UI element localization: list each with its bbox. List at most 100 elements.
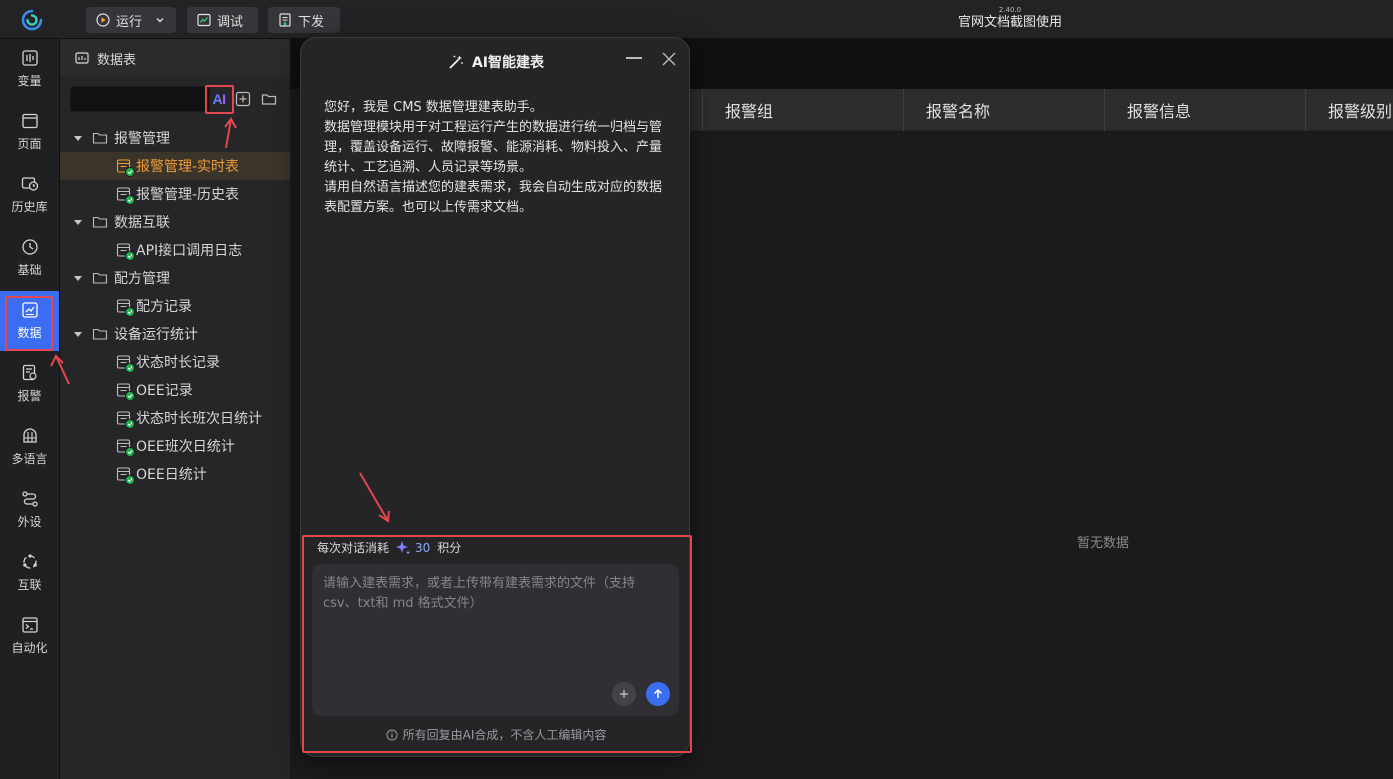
automation-icon bbox=[21, 617, 38, 633]
check-icon bbox=[125, 447, 135, 457]
top-bar: 运行 调试 下发 2.40.0 官网文档截图使用 bbox=[0, 0, 1393, 39]
cost-prefix: 每次对话消耗 bbox=[317, 541, 390, 555]
add-table-button[interactable] bbox=[234, 90, 252, 108]
empty-state-text: 暂无数据 bbox=[1077, 536, 1130, 551]
tree-item-label: 报警管理-实时表 bbox=[136, 159, 240, 175]
nav-item-data[interactable]: 数据 bbox=[0, 291, 59, 351]
tree-item-label: 配方记录 bbox=[136, 299, 192, 315]
nav-label: 外设 bbox=[17, 515, 42, 529]
folder-icon bbox=[92, 328, 108, 340]
caret-down-icon[interactable] bbox=[74, 275, 82, 281]
nav-item-variable[interactable]: 变量 bbox=[0, 39, 59, 99]
base-icon bbox=[21, 239, 38, 255]
close-icon[interactable] bbox=[662, 52, 676, 66]
tree-table-item[interactable]: OEE班次日统计 bbox=[60, 432, 290, 460]
tree-item-label: 配方管理 bbox=[114, 271, 170, 287]
caret-down-icon[interactable] bbox=[74, 331, 82, 337]
folder-icon bbox=[92, 216, 108, 228]
tree-table-item[interactable]: 状态时长班次日统计 bbox=[60, 404, 290, 432]
nav-item-page[interactable]: 页面 bbox=[0, 102, 59, 162]
column-header[interactable]: 报警组 bbox=[702, 89, 903, 131]
check-icon bbox=[125, 251, 135, 261]
tree-item-label: OEE记录 bbox=[136, 383, 193, 399]
plus-icon bbox=[620, 690, 628, 698]
send-button[interactable] bbox=[646, 682, 670, 706]
interconnect-icon bbox=[22, 554, 37, 569]
welcome-line: 您好，我是 CMS 数据管理建表助手。 bbox=[324, 100, 543, 115]
nav-item-interconnect[interactable]: 互联 bbox=[0, 543, 59, 603]
tree-search-input[interactable] bbox=[70, 86, 210, 112]
tree-table-item[interactable]: 配方记录 bbox=[60, 292, 290, 320]
tree-table-item[interactable]: OEE记录 bbox=[60, 376, 290, 404]
table-icon bbox=[116, 242, 135, 261]
app-logo-icon bbox=[21, 9, 43, 31]
tree-item-label: 状态时长班次日统计 bbox=[136, 411, 262, 427]
cost-info: 每次对话消耗 30 积分 bbox=[317, 539, 461, 556]
table-icon bbox=[116, 410, 135, 429]
nav-item-alarm[interactable]: 报警 bbox=[0, 354, 59, 414]
left-nav: 变量 页面 历史库 基础 数据 报警 多语言 外设 互联 自动化 bbox=[0, 39, 60, 779]
check-icon bbox=[125, 419, 135, 429]
folder-icon bbox=[261, 94, 277, 105]
tree-folder[interactable]: 设备运行统计 bbox=[60, 320, 290, 348]
tree-item-label: 报警管理-历史表 bbox=[136, 187, 240, 203]
chevron-down-icon bbox=[156, 18, 164, 23]
nav-item-language[interactable]: 多语言 bbox=[0, 417, 59, 477]
nav-item-base[interactable]: 基础 bbox=[0, 228, 59, 288]
requirement-input[interactable]: 请输入建表需求，或者上传带有建表需求的文件（支持 csv、txt和 md 格式文… bbox=[312, 564, 679, 716]
welcome-line: 数据管理模块用于对工程运行产生的数据进行统一归档与管理，覆盖设备运行、故障报警、… bbox=[324, 120, 663, 175]
minimize-button[interactable] bbox=[626, 57, 642, 59]
tree-folder[interactable]: 报警管理 bbox=[60, 124, 290, 152]
cost-suffix: 积分 bbox=[437, 541, 462, 555]
debug-label: 调试 bbox=[217, 14, 244, 30]
arrow-up-icon bbox=[653, 688, 663, 698]
input-placeholder: 请输入建表需求，或者上传带有建表需求的文件（支持 csv、txt和 md 格式文… bbox=[323, 576, 636, 611]
tree-item-label: OEE班次日统计 bbox=[136, 439, 235, 455]
tree-table-item[interactable]: 报警管理-历史表 bbox=[60, 180, 290, 208]
check-icon bbox=[125, 475, 135, 485]
table-icon bbox=[116, 438, 135, 457]
nav-item-history[interactable]: 历史库 bbox=[0, 165, 59, 225]
column-header[interactable]: 报警名称 bbox=[903, 89, 1104, 131]
nav-label: 变量 bbox=[17, 74, 42, 88]
tree-table-item[interactable]: 报警管理-实时表 bbox=[60, 152, 290, 180]
history-icon bbox=[21, 177, 38, 191]
upload-file-button[interactable] bbox=[612, 682, 636, 706]
caret-down-icon[interactable] bbox=[74, 135, 82, 141]
cost-value: 30 bbox=[415, 540, 431, 555]
tree-folder[interactable]: 配方管理 bbox=[60, 264, 290, 292]
nav-item-automation[interactable]: 自动化 bbox=[0, 606, 59, 666]
run-button[interactable]: 运行 bbox=[86, 7, 176, 33]
check-icon bbox=[125, 195, 135, 205]
nav-label: 数据 bbox=[17, 326, 42, 340]
tree-item-label: OEE日统计 bbox=[136, 467, 207, 483]
alarm-icon bbox=[22, 364, 37, 381]
column-header[interactable]: 报警级别 bbox=[1305, 89, 1393, 131]
table-icon bbox=[116, 298, 135, 317]
column-header[interactable]: 报警信息 bbox=[1104, 89, 1305, 131]
ai-disclaimer: 所有回复由AI合成，不含人工编辑内容 bbox=[301, 726, 691, 743]
tree-item-label: 状态时长记录 bbox=[136, 355, 220, 371]
check-icon bbox=[125, 307, 135, 317]
add-folder-button[interactable] bbox=[260, 90, 278, 108]
language-icon bbox=[22, 428, 37, 443]
deploy-button[interactable]: 下发 bbox=[268, 7, 340, 33]
tree-table-item[interactable]: API接口调用日志 bbox=[60, 236, 290, 264]
caret-down-icon[interactable] bbox=[74, 219, 82, 225]
tree-table-item[interactable]: OEE日统计 bbox=[60, 460, 290, 488]
info-icon bbox=[386, 729, 398, 740]
table-header: 报警组 报警名称 报警信息 报警级别 bbox=[690, 89, 1393, 131]
tree-item-label: API接口调用日志 bbox=[136, 243, 243, 259]
nav-label: 页面 bbox=[17, 137, 42, 151]
ai-logo-icon: AI bbox=[212, 91, 227, 107]
nav-item-peripheral[interactable]: 外设 bbox=[0, 480, 59, 540]
debug-button[interactable]: 调试 bbox=[187, 7, 258, 33]
play-icon bbox=[96, 13, 110, 27]
table-chart-icon bbox=[75, 52, 89, 64]
table-icon bbox=[116, 466, 135, 485]
nav-label: 历史库 bbox=[11, 200, 48, 214]
tree-table-item[interactable]: 状态时长记录 bbox=[60, 348, 290, 376]
tree-folder[interactable]: 数据互联 bbox=[60, 208, 290, 236]
ai-build-button[interactable]: AI bbox=[210, 90, 228, 108]
panel-title: 数据表 bbox=[97, 52, 137, 68]
